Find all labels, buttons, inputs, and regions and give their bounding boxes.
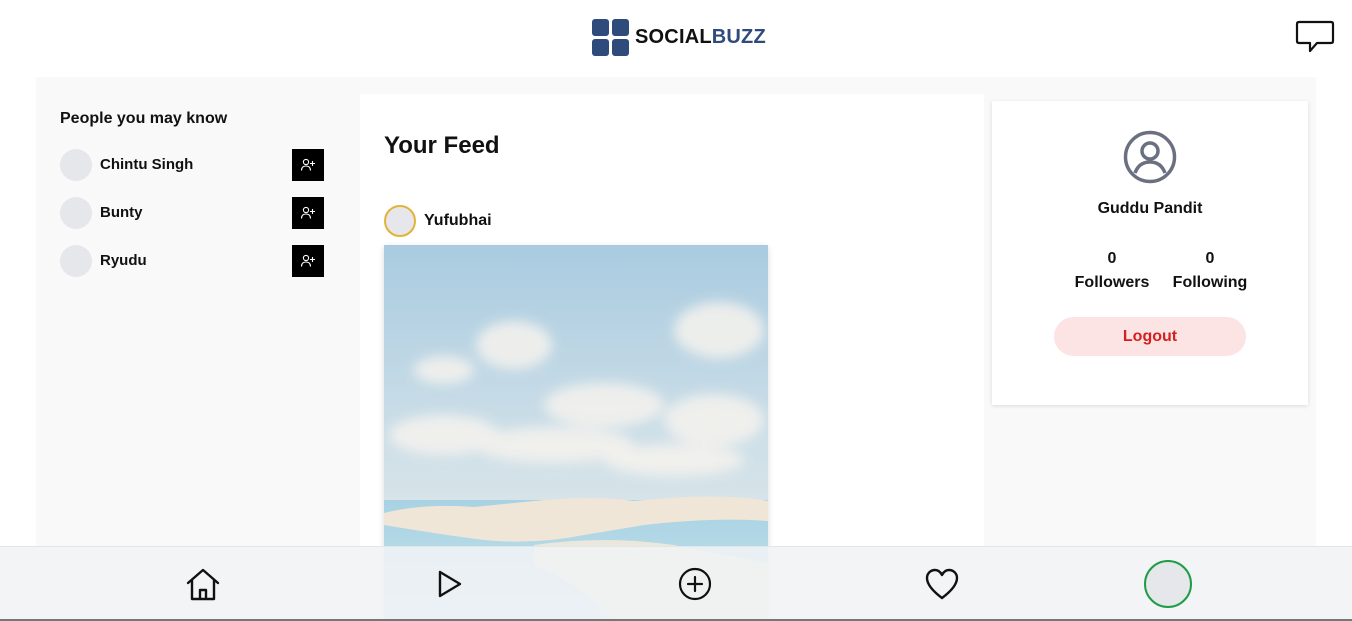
add-user-icon (300, 158, 315, 171)
suggestion-item: Chintu Singh (60, 149, 324, 183)
avatar[interactable] (60, 149, 92, 181)
suggestion-item: Ryudu (60, 245, 324, 279)
logo-grid-icon (592, 19, 629, 56)
add-user-button[interactable] (292, 197, 324, 229)
avatar[interactable] (60, 245, 92, 277)
heart-icon[interactable] (922, 564, 962, 604)
logout-button[interactable]: Logout (1054, 317, 1246, 356)
following-count: 0 (1205, 250, 1215, 267)
post-author-name[interactable]: Yufubhai (424, 212, 492, 230)
user-circle-icon[interactable] (1123, 130, 1177, 184)
play-icon[interactable] (429, 564, 469, 604)
top-header: SOCIALBUZZ (0, 0, 1352, 76)
profile-avatar[interactable] (1144, 560, 1192, 608)
app-name-part2: BUZZ (711, 26, 766, 48)
suggestions-panel: People you may know Chintu Singh Bunty R… (60, 110, 330, 277)
app-name-part1: SOCIAL (635, 26, 712, 48)
bottom-navigation (0, 546, 1352, 621)
suggestion-name[interactable]: Bunty (100, 204, 143, 221)
profile-name: Guddu Pandit (1097, 200, 1203, 217)
feed-title: Your Feed (384, 132, 500, 159)
followers-stat[interactable]: 0 Followers (1068, 247, 1156, 295)
home-icon[interactable] (183, 564, 223, 604)
add-user-button[interactable] (292, 149, 324, 181)
profile-card: Guddu Pandit 0 Followers 0 Following Log… (992, 101, 1308, 405)
suggestions-title: People you may know (60, 110, 228, 127)
app-logo[interactable]: SOCIALBUZZ (592, 19, 766, 56)
suggestion-item: Bunty (60, 197, 324, 231)
feed-panel: Your Feed Yufubhai (360, 94, 984, 621)
add-post-icon[interactable] (675, 564, 715, 604)
suggestion-name[interactable]: Chintu Singh (100, 156, 193, 173)
following-label: Following (1172, 274, 1248, 291)
add-user-button[interactable] (292, 245, 324, 277)
followers-count: 0 (1107, 250, 1117, 267)
following-stat[interactable]: 0 Following (1166, 247, 1254, 295)
chat-bubble-icon[interactable] (1295, 19, 1335, 55)
add-user-icon (300, 254, 315, 267)
add-user-icon (300, 206, 315, 219)
followers-label: Followers (1074, 274, 1150, 291)
app-name: SOCIALBUZZ (635, 26, 766, 49)
post-author-avatar[interactable] (384, 205, 416, 237)
avatar[interactable] (60, 197, 92, 229)
suggestion-name[interactable]: Ryudu (100, 252, 147, 269)
